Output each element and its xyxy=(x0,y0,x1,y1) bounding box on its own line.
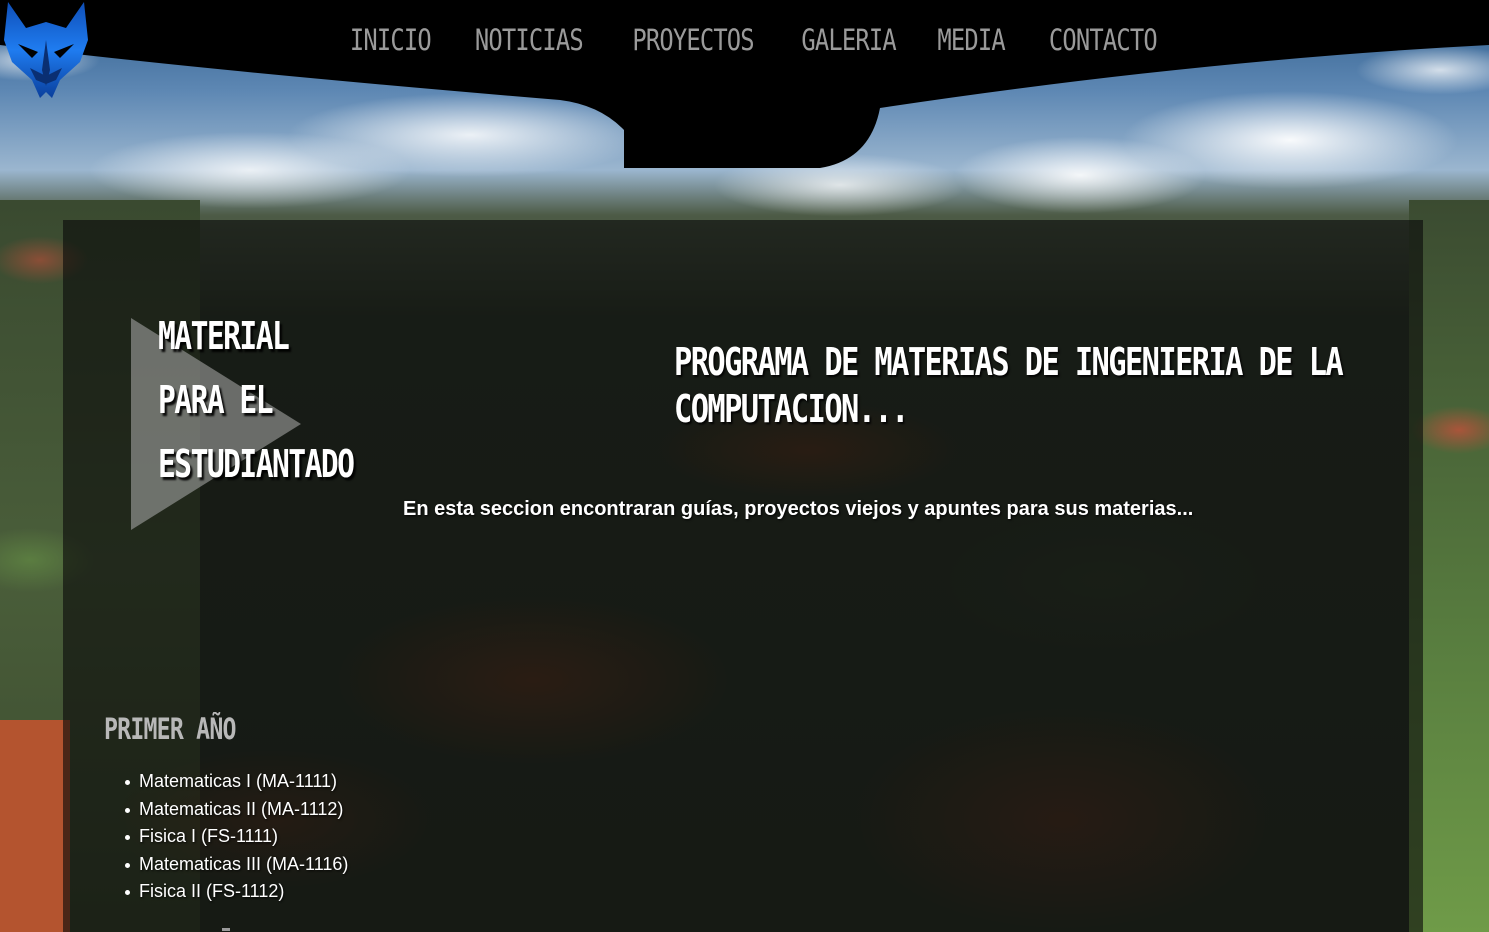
nav-item-media[interactable]: MEDIA xyxy=(938,22,1006,58)
background-roof-left xyxy=(0,720,70,932)
next-year-heading-cutoff xyxy=(104,924,244,932)
hero-title: MATERIAL PARA EL ESTUDIANTADO xyxy=(158,304,355,496)
nav-item-noticias[interactable]: NOTICIAS xyxy=(475,22,584,58)
page: INICIO NOTICIAS PROYECTOS GALERIA MEDIA … xyxy=(0,0,1489,932)
course-item[interactable]: Fisica II (FS-1112) xyxy=(124,878,348,906)
nav-item-galeria[interactable]: GALERIA xyxy=(802,22,897,58)
main-nav: INICIO NOTICIAS PROYECTOS GALERIA MEDIA … xyxy=(0,22,1489,58)
year-heading: PRIMER AÑO xyxy=(104,712,236,746)
hero-title-line: ESTUDIANTADO xyxy=(158,442,355,486)
course-list: Matematicas I (MA-1111) Matematicas II (… xyxy=(124,768,348,906)
nav-item-contacto[interactable]: CONTACTO xyxy=(1049,22,1158,58)
wolf-head-icon[interactable] xyxy=(0,0,92,100)
course-item[interactable]: Matematicas III (MA-1116) xyxy=(124,851,348,879)
course-item[interactable]: Matematicas II (MA-1112) xyxy=(124,796,348,824)
hero-title-line: PARA EL xyxy=(158,378,274,422)
top-nav-band: INICIO NOTICIAS PROYECTOS GALERIA MEDIA … xyxy=(0,0,1489,170)
nav-item-inicio[interactable]: INICIO xyxy=(349,22,431,58)
course-item[interactable]: Fisica I (FS-1111) xyxy=(124,823,348,851)
hero-title-line: MATERIAL xyxy=(158,314,290,358)
course-item[interactable]: Matematicas I (MA-1111) xyxy=(124,768,348,796)
program-title: PROGRAMA DE MATERIAS DE INGENIERIA DE LA… xyxy=(674,340,1344,431)
nav-item-proyectos[interactable]: PROYECTOS xyxy=(632,22,754,58)
intro-text: En esta seccion encontraran guías, proye… xyxy=(403,498,1194,520)
